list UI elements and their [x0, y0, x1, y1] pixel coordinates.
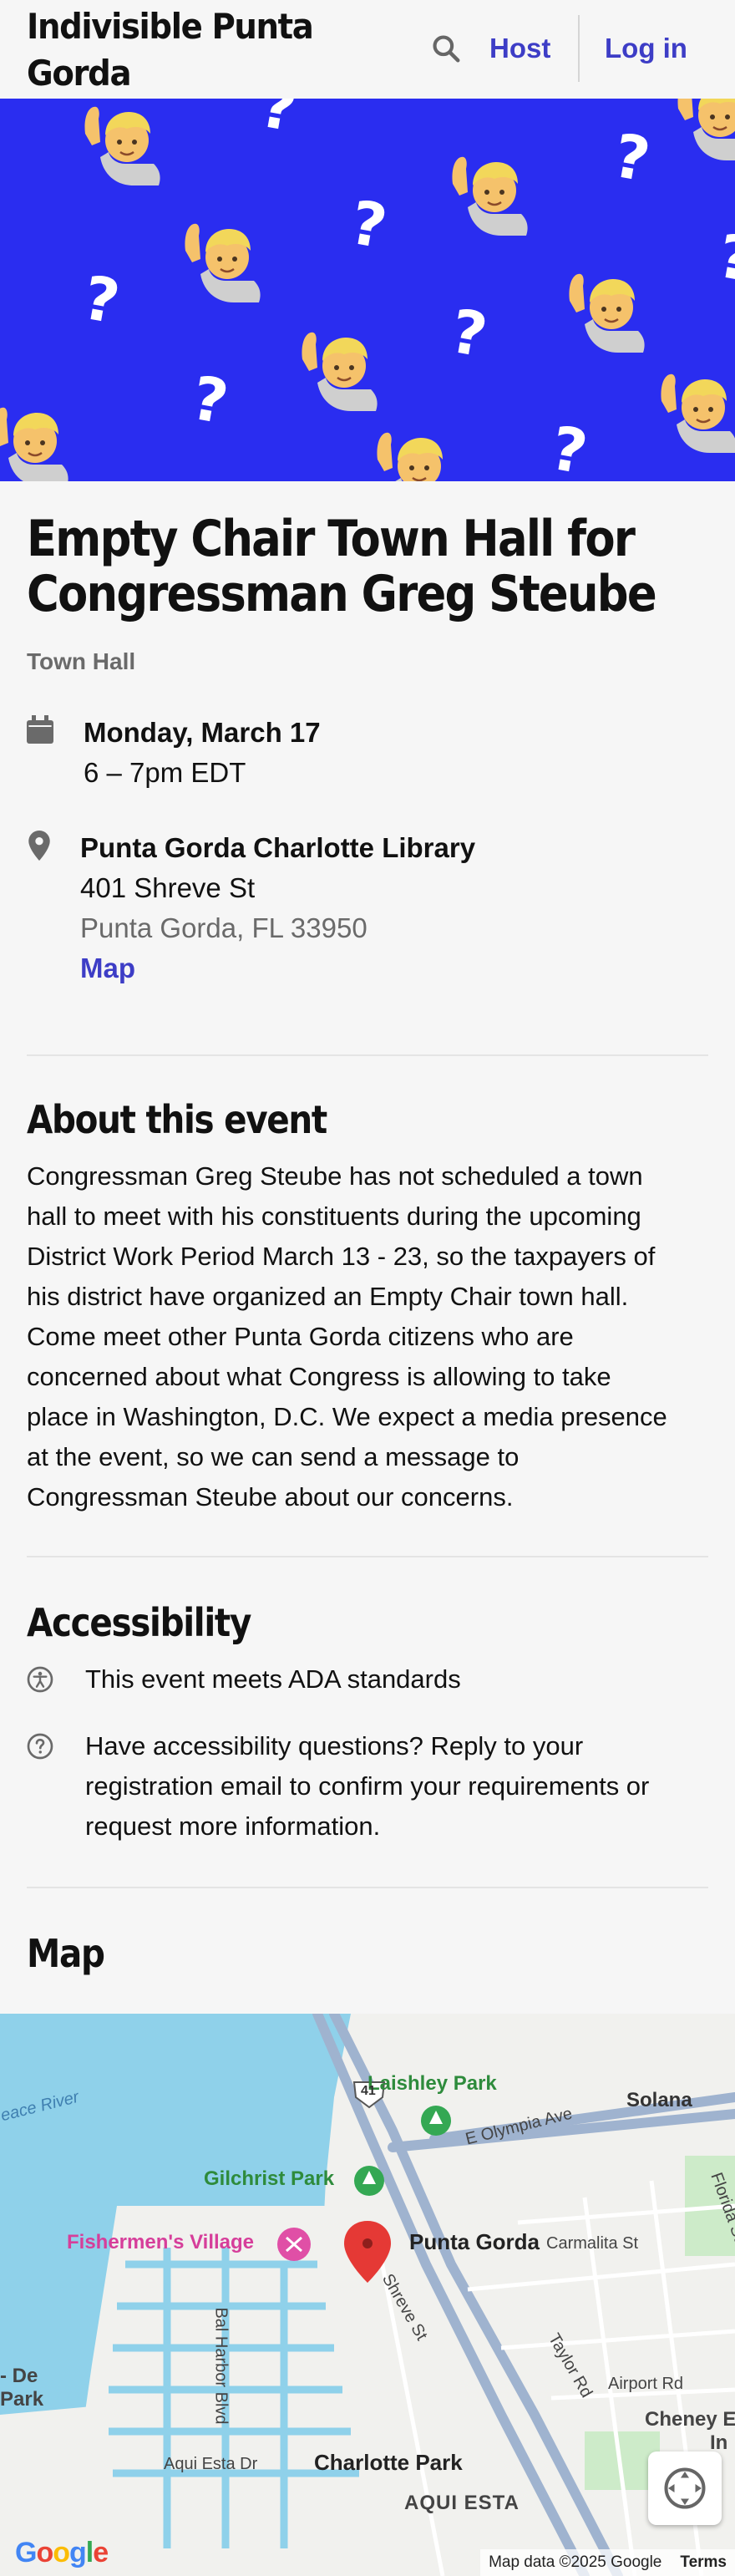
map-label: Bal Harbor Blvd — [211, 2307, 231, 2425]
google-logo: Google — [15, 2537, 109, 2568]
accessibility-heading: Accessibility — [27, 1600, 251, 1645]
about-description: Congressman Greg Steube has not schedule… — [27, 1156, 712, 1517]
map-label: Gilchrist Park — [204, 2167, 335, 2190]
raising-hand-icon — [84, 106, 160, 185]
raising-hand-icon — [452, 156, 528, 236]
map-label: Cheney E — [645, 2408, 735, 2431]
event-title: Empty Chair Town Hall for Congressman Gr… — [27, 510, 657, 623]
raising-hand-icon — [302, 332, 378, 411]
location-pin-icon — [28, 831, 50, 861]
event-date: Monday, March 17 — [84, 717, 321, 748]
nav-divider — [578, 15, 580, 82]
accessibility-icon — [27, 1666, 53, 1693]
map-label: AQUI ESTA — [404, 2492, 520, 2514]
accessibility-question-line: Have accessibility questions? Reply to y… — [85, 1731, 584, 1761]
search-button[interactable] — [428, 30, 464, 67]
about-line: place in Washington, D.C. We expect a me… — [27, 1402, 667, 1431]
event-time: 6 – 7pm EDT — [84, 757, 246, 788]
question-mark-decoration: ? — [256, 99, 302, 145]
map-label: Laishley Park — [368, 2072, 497, 2095]
accessibility-question-line: request more information. — [85, 1811, 381, 1841]
map-camera-control[interactable] — [648, 2452, 722, 2525]
org-name-link[interactable]: Indivisible Punta Gorda — [27, 3, 319, 97]
ada-statement: This event meets ADA standards — [85, 1664, 461, 1694]
map-label: Fishermen's Village — [67, 2231, 255, 2253]
section-divider — [27, 1556, 708, 1557]
map-label: Aqui Esta Dr — [164, 2455, 258, 2473]
map-attribution: Map data ©2025 Google Terms — [480, 2549, 735, 2576]
map-label: Solana — [626, 2089, 692, 2111]
about-line: Congressman Greg Steube has not schedule… — [27, 1161, 643, 1191]
venue-name: Punta Gorda Charlotte Library — [80, 832, 476, 863]
raising-hand-icon — [0, 407, 68, 481]
site-header: Indivisible Punta Gorda Host Log in — [0, 0, 735, 99]
section-divider — [27, 1887, 708, 1888]
host-link[interactable]: Host — [489, 32, 550, 65]
shopping-icon — [277, 2228, 311, 2261]
raising-hand-icon — [677, 99, 735, 160]
question-mark-decoration: ? — [346, 187, 393, 262]
question-mark-decoration: ? — [609, 120, 656, 196]
fullscreen-icon — [664, 2467, 706, 2509]
map-data-credit: Map data ©2025 Google — [489, 2553, 662, 2571]
map-heading: Map — [27, 1931, 105, 1976]
about-line: at the event, so we can send a message t… — [27, 1442, 520, 1471]
question-mark-decoration: ? — [79, 262, 125, 338]
question-icon — [27, 1733, 53, 1760]
accessibility-question: Have accessibility questions? Reply to y… — [85, 1726, 703, 1847]
about-line: Come meet other Punta Gorda citizens who… — [27, 1322, 574, 1351]
map-label: Airport Rd — [608, 2375, 684, 2393]
about-line: Congressman Steube about our concerns. — [27, 1482, 514, 1512]
map-label: Park — [0, 2388, 44, 2411]
raising-hand-icon — [661, 373, 735, 453]
about-line: his district have organized an Empty Cha… — [27, 1282, 629, 1311]
about-line: concerned about what Congress is allowin… — [27, 1362, 611, 1391]
map-link[interactable]: Map — [80, 953, 135, 984]
venue-street: 401 Shreve St — [80, 872, 256, 903]
about-line: hall to meet with his constituents durin… — [27, 1202, 641, 1231]
accessibility-question-line: registration email to confirm your requi… — [85, 1771, 650, 1801]
question-mark-decoration: ? — [187, 363, 234, 438]
question-mark-decoration: ? — [446, 296, 493, 371]
search-icon — [433, 35, 460, 63]
map-label: Carmalita St — [546, 2234, 639, 2253]
section-divider — [27, 1054, 708, 1056]
embedded-map[interactable]: Laishley Park Solana E Olympia Ave 41 Gi… — [0, 2014, 735, 2576]
venue-city: Punta Gorda, FL 33950 — [80, 912, 368, 943]
map-label: 41 — [361, 2084, 376, 2098]
calendar-icon — [27, 715, 53, 744]
question-mark-decoration: ? — [713, 221, 735, 296]
map-terms-link[interactable]: Terms — [680, 2553, 727, 2572]
raising-hand-icon — [377, 432, 443, 481]
login-link[interactable]: Log in — [605, 32, 687, 65]
tree-icon — [354, 2166, 384, 2196]
about-line: District Work Period March 13 - 23, so t… — [27, 1242, 656, 1271]
question-mark-decoration: ? — [546, 413, 593, 481]
about-heading: About this event — [27, 1097, 327, 1142]
map-label: - De — [0, 2365, 38, 2387]
map-label: Charlotte Park — [314, 2450, 463, 2475]
event-type: Town Hall — [27, 648, 136, 674]
map-label: Punta Gorda — [409, 2229, 540, 2254]
raising-hand-icon — [185, 223, 261, 302]
raising-hand-icon — [569, 273, 645, 353]
tree-icon — [421, 2106, 451, 2136]
event-banner-image: ???????? — [0, 99, 735, 481]
